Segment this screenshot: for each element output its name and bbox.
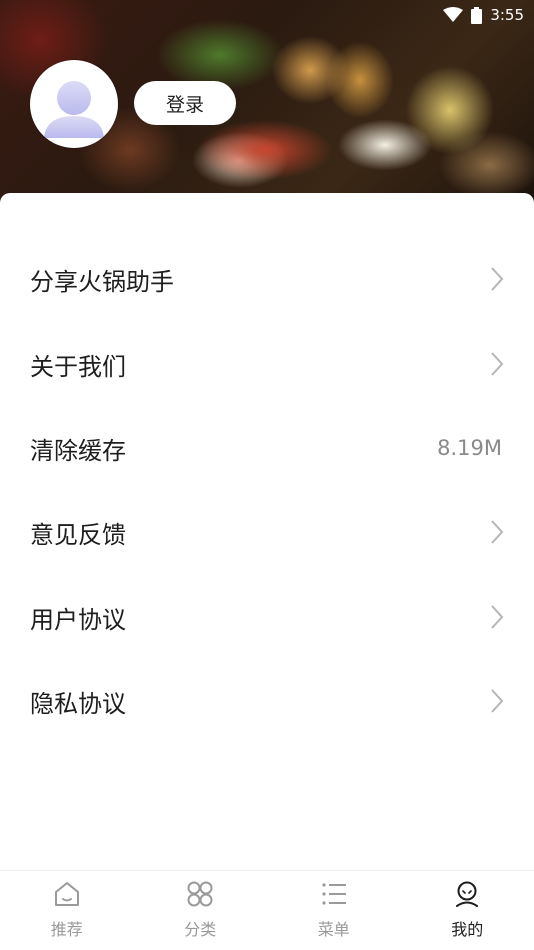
menu-item-label: 意见反馈 <box>30 515 126 550</box>
cache-size: 8.19M <box>437 436 502 460</box>
wifi-icon <box>443 7 463 23</box>
list-icon <box>319 879 349 909</box>
tab-menu[interactable]: 菜单 <box>267 871 401 950</box>
menu-item-about[interactable]: 关于我们 <box>0 322 534 406</box>
tab-label: 推荐 <box>51 916 83 940</box>
home-icon <box>52 879 82 909</box>
menu-item-clear-cache[interactable]: 清除缓存 8.19M <box>0 406 534 490</box>
avatar[interactable] <box>30 60 118 148</box>
chevron-right-icon <box>490 266 504 292</box>
header-background: 3:55 登录 <box>0 0 534 205</box>
tab-mine[interactable]: 我的 <box>401 871 534 950</box>
menu-item-share[interactable]: 分享火锅助手 <box>0 237 534 321</box>
profile-icon <box>452 879 482 909</box>
chevron-right-icon <box>490 604 504 630</box>
menu-item-label: 关于我们 <box>30 347 126 382</box>
status-bar: 3:55 <box>443 0 534 30</box>
bottom-tab-bar: 推荐 分类 菜单 我的 <box>0 870 534 950</box>
tab-category[interactable]: 分类 <box>134 871 268 950</box>
menu-item-privacy-agreement[interactable]: 隐私协议 <box>0 659 534 743</box>
tab-label: 分类 <box>184 916 216 940</box>
menu-item-label: 用户协议 <box>30 600 126 635</box>
menu-item-feedback[interactable]: 意见反馈 <box>0 490 534 574</box>
chevron-right-icon <box>490 688 504 714</box>
menu-item-user-agreement[interactable]: 用户协议 <box>0 575 534 659</box>
tab-label: 菜单 <box>318 916 350 940</box>
menu-item-label: 清除缓存 <box>30 431 126 466</box>
menu-item-label: 分享火锅助手 <box>30 262 174 297</box>
chevron-right-icon <box>490 351 504 377</box>
tab-recommend[interactable]: 推荐 <box>0 871 134 950</box>
status-time: 3:55 <box>490 6 524 24</box>
menu-item-label: 隐私协议 <box>30 684 126 719</box>
grid-icon <box>185 879 215 909</box>
login-button[interactable]: 登录 <box>134 81 236 125</box>
settings-card: 分享火锅助手 关于我们 清除缓存 8.19M 意见反馈 用户协议 隐私协议 <box>0 193 534 873</box>
chevron-right-icon <box>490 519 504 545</box>
tab-label: 我的 <box>451 916 483 940</box>
default-user-avatar <box>30 60 118 148</box>
battery-icon <box>471 7 482 24</box>
